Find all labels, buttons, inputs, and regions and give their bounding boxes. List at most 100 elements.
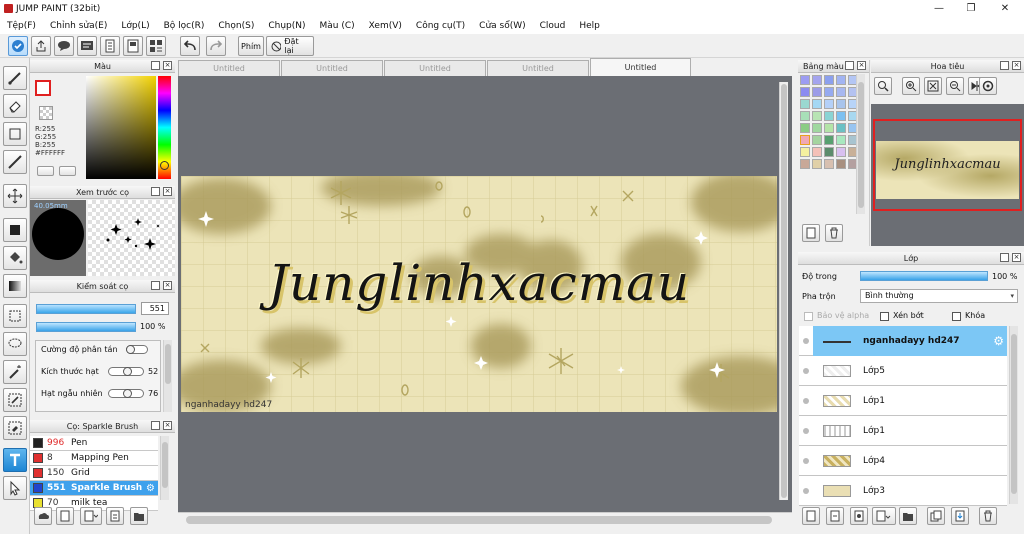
close-icon[interactable]: ×: [163, 61, 172, 70]
page-button[interactable]: [123, 36, 143, 56]
menu-file[interactable]: Tệp(F): [0, 21, 43, 31]
color-swatch[interactable]: [836, 159, 846, 169]
keys-button[interactable]: Phím: [238, 36, 264, 56]
brush-folder-button[interactable]: [130, 507, 148, 525]
color-swatch[interactable]: [812, 147, 822, 157]
tool-line[interactable]: [3, 150, 27, 174]
color-swatch[interactable]: [824, 135, 834, 145]
scatter-toggle[interactable]: [126, 345, 148, 354]
layer-row[interactable]: Lớp4: [799, 446, 1007, 476]
layer-row[interactable]: Lớp1: [799, 416, 1007, 446]
layer-row[interactable]: Lớp3: [799, 476, 1007, 506]
tool-fill-rect[interactable]: [3, 218, 27, 242]
layer-delete-button[interactable]: [979, 507, 997, 525]
menu-color[interactable]: Màu (C): [313, 21, 362, 31]
brush-list-item[interactable]: 8 Mapping Pen: [30, 451, 158, 466]
protect-alpha-checkbox[interactable]: [804, 312, 813, 321]
layer-duplicate-button[interactable]: [927, 507, 945, 525]
brush-opacity-slider[interactable]: [36, 322, 136, 332]
swatch-new-button[interactable]: [802, 224, 820, 242]
color-swatch[interactable]: [800, 135, 810, 145]
float-icon[interactable]: [1000, 253, 1009, 262]
color-swatch[interactable]: [800, 87, 810, 97]
brush-list-scrollbar[interactable]: [160, 436, 169, 500]
close-icon[interactable]: ×: [1012, 61, 1021, 70]
eye-icon[interactable]: [799, 487, 813, 494]
doc-tab-5[interactable]: Untitled: [590, 58, 691, 76]
color-swatch[interactable]: [824, 87, 834, 97]
canvas-image[interactable]: Junglinhxacmau nganhadayy hd247: [181, 176, 777, 412]
layer-row[interactable]: Lớp1: [799, 386, 1007, 416]
brush-copy-button[interactable]: [106, 507, 124, 525]
select-mode-button[interactable]: [8, 36, 28, 56]
menu-cloud[interactable]: Cloud: [533, 21, 573, 31]
color-swatch[interactable]: [812, 123, 822, 133]
brush-dup-button[interactable]: [80, 507, 102, 525]
float-icon[interactable]: [1000, 61, 1009, 70]
tool-rect-select[interactable]: [3, 304, 27, 328]
close-icon[interactable]: ×: [163, 281, 172, 290]
color-swatch[interactable]: [812, 87, 822, 97]
layer-new-button[interactable]: [802, 507, 820, 525]
close-icon[interactable]: ×: [1012, 253, 1021, 262]
menu-select[interactable]: Chọn(S): [211, 21, 261, 31]
layer-new-raster-button[interactable]: [826, 507, 844, 525]
tool-select-pen[interactable]: [3, 388, 27, 412]
brush-params-scrollbar[interactable]: [163, 340, 172, 412]
float-icon[interactable]: [151, 61, 160, 70]
layer-add-menu-button[interactable]: [872, 507, 896, 525]
color-swatch[interactable]: [812, 75, 822, 85]
particle-size-slider[interactable]: [108, 367, 144, 376]
close-icon[interactable]: ×: [163, 187, 172, 196]
menu-edit[interactable]: Chỉnh sửa(E): [43, 21, 114, 31]
tool-text[interactable]: [3, 448, 27, 472]
swatch-scrollbar[interactable]: [856, 74, 865, 214]
color-swatch[interactable]: [824, 159, 834, 169]
tool-rectangle[interactable]: [3, 122, 27, 146]
eye-icon[interactable]: [799, 337, 813, 344]
nav-zoom-fit-button[interactable]: [874, 77, 892, 95]
doc-tab-1[interactable]: Untitled: [178, 60, 280, 76]
tool-magic-wand[interactable]: [3, 360, 27, 384]
brush-size-slider[interactable]: [36, 304, 136, 314]
tool-select-eraser[interactable]: [3, 416, 27, 440]
layer-row[interactable]: Lớp5: [799, 356, 1007, 386]
color-swatch[interactable]: [812, 159, 822, 169]
color-swatch[interactable]: [824, 99, 834, 109]
color-swatch[interactable]: [812, 111, 822, 121]
blend-mode-select[interactable]: Bình thường ▾: [860, 289, 1018, 303]
document-button[interactable]: [100, 36, 120, 56]
eyedropper-button[interactable]: [37, 166, 54, 176]
menu-view[interactable]: Xem(V): [362, 21, 409, 31]
color-swatch[interactable]: [836, 123, 846, 133]
tool-bucket[interactable]: [3, 246, 27, 270]
doc-tab-3[interactable]: Untitled: [384, 60, 486, 76]
eye-icon[interactable]: [799, 367, 813, 374]
color-history-button[interactable]: [59, 166, 76, 176]
menu-window[interactable]: Cửa sổ(W): [472, 21, 532, 31]
canvas-vscrollbar[interactable]: [779, 82, 788, 500]
brush-cloud-button[interactable]: [34, 507, 52, 525]
brush-list-item[interactable]: 551 Sparkle Brush ⚙: [30, 481, 158, 496]
float-icon[interactable]: [845, 61, 854, 70]
nav-zoom-out-button[interactable]: [946, 77, 964, 95]
color-swatch[interactable]: [836, 75, 846, 85]
layer-row[interactable]: nganhadayy hd247 ⚙: [799, 326, 1007, 356]
doc-tab-2[interactable]: Untitled: [281, 60, 383, 76]
nav-reset-rotate-button[interactable]: [979, 77, 997, 95]
lock-checkbox[interactable]: [952, 312, 961, 321]
transparent-swatch[interactable]: [39, 106, 53, 120]
color-swatch[interactable]: [836, 87, 846, 97]
menu-filter[interactable]: Bộ lọc(R): [157, 21, 212, 31]
color-swatch[interactable]: [800, 147, 810, 157]
menu-help[interactable]: Help: [572, 21, 607, 31]
swatch-delete-button[interactable]: [825, 224, 843, 242]
grid-layout-button[interactable]: [146, 36, 166, 56]
close-icon[interactable]: ×: [857, 61, 866, 70]
nav-fit-button[interactable]: [924, 77, 942, 95]
brush-new-button[interactable]: [56, 507, 74, 525]
saturation-value-picker[interactable]: [86, 76, 156, 179]
float-icon[interactable]: [151, 281, 160, 290]
gear-icon[interactable]: ⚙: [146, 483, 155, 494]
tool-pen[interactable]: [3, 66, 27, 90]
